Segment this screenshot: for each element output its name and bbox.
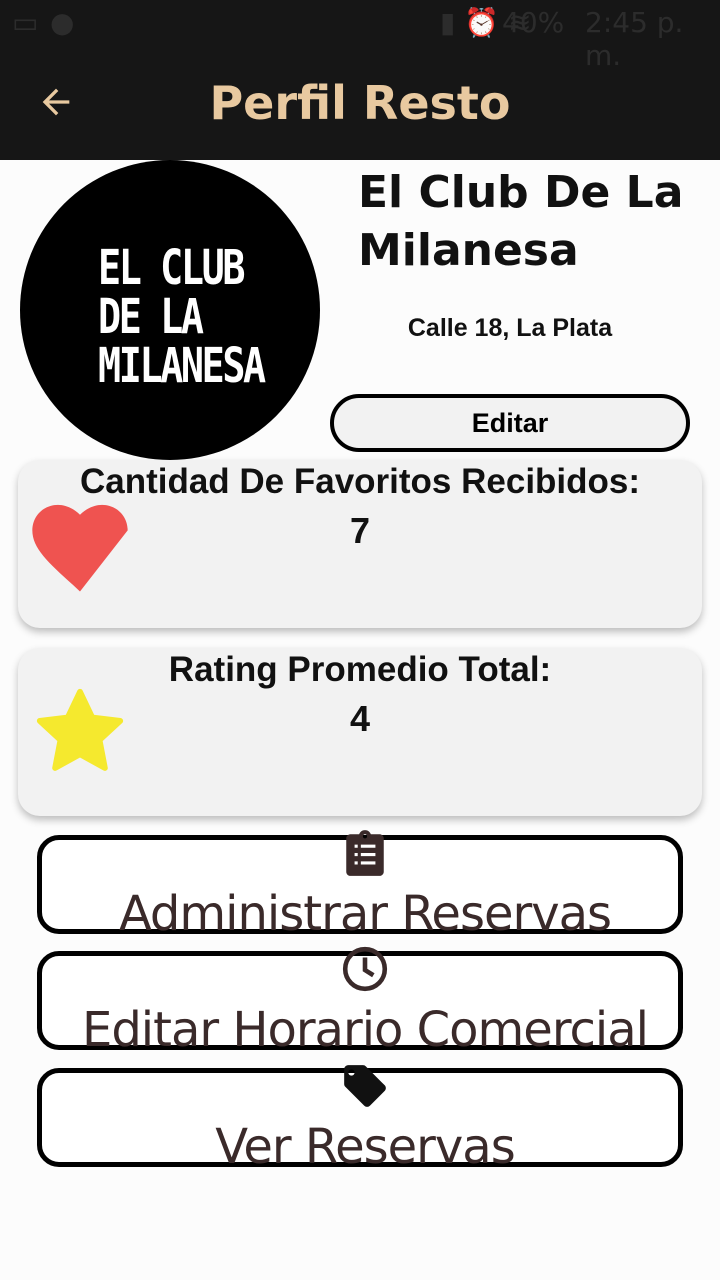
button-label: Ver Reservas [215,1119,515,1175]
view-reservations-button[interactable]: Ver Reservas [37,1065,683,1175]
logo-text: DE LA [98,289,204,345]
clock-time: 2:45 p. m. [585,6,684,72]
laptop-icon: ▭ [12,6,39,39]
restaurant-address: Calle 18, La Plata [407,314,613,342]
favorites-card: Cantidad De Favoritos Recibidos: 7 [18,460,702,628]
status-bar: ▭ ● ▮ ⏰ ≋ 40% 2:45 p. m. [0,0,720,72]
favorites-label: Cantidad De Favoritos Recibidos: [79,462,641,501]
tag-icon [344,1065,386,1107]
rating-label: Rating Promedio Total: [168,650,552,689]
page-title: Perfil Resto [209,76,511,130]
heart-icon [32,504,128,592]
clock-icon [342,946,388,992]
logo-text: EL CLUB [98,240,245,296]
button-label: Administrar Reservas [118,886,612,942]
restaurant-logo: EL CLUB DE LA MILANESA [20,160,320,460]
rating-card: Rating Promedio Total: 4 [18,648,702,816]
button-label: Editar Horario Comercial [82,1002,649,1058]
edit-button[interactable]: Editar [330,394,690,452]
star-icon [36,688,124,771]
manage-reservations-button[interactable]: Administrar Reservas [37,830,683,942]
battery-percent: 40% [502,6,565,39]
edit-business-hours-button[interactable]: Editar Horario Comercial [37,946,683,1058]
app-notification-icon: ● [50,6,75,39]
restaurant-name: El Club De La Milanesa [358,167,684,276]
logo-text: MILANESA [98,338,266,394]
clipboard-list-icon [346,830,384,876]
